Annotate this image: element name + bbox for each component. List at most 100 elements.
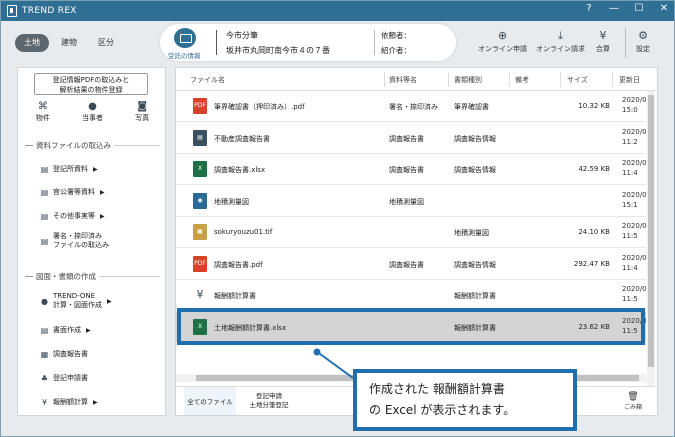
- online-apply-button[interactable]: ⊕ オンライン申請: [478, 30, 527, 54]
- column-divider[interactable]: [448, 72, 449, 87]
- photo-button[interactable]: ◙ 写真: [117, 101, 167, 123]
- tab-unit[interactable]: 区分: [89, 34, 123, 52]
- updated-time: 11:2: [622, 137, 638, 146]
- download-icon: ⤓: [558, 29, 563, 42]
- register-pdf-button[interactable]: 登記情報PDFの取込みと 解析結果の物件登録: [34, 73, 148, 95]
- doc-type: 調査報告情報: [454, 134, 496, 143]
- chevron-right-icon: ▶: [100, 212, 105, 220]
- updated-date: 2020/0 11:5: [622, 284, 647, 304]
- help-button[interactable]: ?: [583, 3, 595, 14]
- settings-button[interactable]: ⚙ 設定: [636, 30, 650, 54]
- doc-type: 地積測量図: [454, 229, 489, 237]
- updated-date: 2020/0 15:1: [622, 190, 647, 210]
- menu-document-create[interactable]: ▤ 書面作成 ▶: [40, 325, 91, 335]
- col-size[interactable]: サイズ: [567, 75, 588, 85]
- chevron-right-icon: ▶: [93, 398, 98, 406]
- menu-trend-one[interactable]: ● TREND-ONE 計算・図面作成 ▶: [40, 292, 112, 310]
- app-window: TREND REX ? — ☐ ✕ 土地 建物 区分 受託の情報 今市分筆 坂井…: [0, 0, 675, 437]
- table-row[interactable]: ◉ 地積測量図 地積測量図 2020/0 15:1: [176, 186, 647, 217]
- file-size: 10.32 KB: [578, 102, 610, 110]
- map-file-icon: ◉: [193, 192, 207, 209]
- menu-signed-line1: 署名・捺印済み: [53, 232, 102, 240]
- updated-time: 15:1: [622, 200, 638, 209]
- document-icon: ▤: [40, 187, 49, 197]
- table-row[interactable]: ▤ 不動産調査報告書 調査報告書 調査報告情報 2020/0 11:2: [176, 123, 647, 154]
- menu-survey-report[interactable]: ▦ 調査報告書: [40, 349, 88, 359]
- table-row[interactable]: ¥ 報酬額計算書 報酬額計算書 2020/0 11:5: [176, 280, 647, 311]
- tab-building[interactable]: 建物: [52, 34, 86, 52]
- case-info-icon: [174, 28, 196, 48]
- document-icon: ▤: [40, 164, 49, 174]
- window-controls: ? — ☐ ✕: [583, 3, 670, 14]
- menu-signed-import[interactable]: ▤ 署名・捺印済み ファイルの取込み: [40, 232, 109, 250]
- minimize-button[interactable]: —: [608, 3, 620, 14]
- table-row[interactable]: X 調査報告書.xlsx 調査報告書 調査報告情報 42.59 KB 2020/0 11:4: [176, 154, 647, 185]
- updated-date-line1: 2020/0: [622, 96, 647, 104]
- register-pdf-label-1: 登記情報PDFの取込みと: [52, 76, 130, 84]
- col-filename[interactable]: ファイル名: [190, 75, 225, 85]
- chevron-right-icon: ▶: [107, 297, 112, 305]
- table-row[interactable]: PDF 筆界確認書（押印済み）.pdf 署名・捺印済み 筆界確認書 10.32 KB 20…: [176, 91, 647, 122]
- yen-file-icon: ¥: [193, 287, 207, 303]
- tab-registration-line2: 土地分筆登記: [249, 401, 289, 409]
- file-name: 筆界確認書（押印済み）.pdf: [214, 103, 305, 111]
- section-title-import-label: 資料ファイルの取込み: [36, 141, 111, 150]
- col-notes[interactable]: 備考: [515, 75, 529, 85]
- gouhyou-button[interactable]: ¥ 合算: [596, 30, 610, 54]
- menu-trend-one-line2: 計算・図面作成: [53, 301, 102, 309]
- table-row[interactable]: ▣ sokuryouzu01.tif 地積測量図 24.10 KB 2020/0 11:5: [176, 217, 647, 248]
- globe-icon: ●: [41, 296, 48, 306]
- menu-fee-calc[interactable]: ¥ 報酬額計算 ▶: [40, 397, 98, 407]
- col-docname[interactable]: 資料等名: [389, 75, 417, 85]
- updated-date-line1: 2020/0: [622, 190, 647, 199]
- file-size: 24.10 KB: [578, 228, 610, 236]
- pdf-file-icon: PDF: [193, 98, 207, 114]
- toolbar: 土地 建物 区分 受託の情報 今市分筆 坂井市丸岡町南今市４の７番 依頼者： 紹…: [1, 21, 674, 64]
- divider: [625, 28, 626, 58]
- menu-registration-form[interactable]: ♣ 登記申請書: [40, 373, 88, 383]
- file-name: 地積測量図: [214, 197, 249, 206]
- maximize-button[interactable]: ☐: [633, 3, 645, 14]
- document-icon: ▤: [40, 211, 49, 221]
- tab-land[interactable]: 土地: [15, 34, 49, 52]
- doc-file-icon: ▤: [193, 129, 207, 146]
- report-icon: ▦: [40, 349, 49, 359]
- document-icon: ▤: [40, 325, 49, 335]
- column-divider[interactable]: [560, 72, 561, 87]
- chevron-right-icon: ▶: [93, 165, 98, 173]
- online-apply-label: オンライン申請: [478, 45, 527, 53]
- close-button[interactable]: ✕: [658, 3, 670, 14]
- col-doctype[interactable]: 書類種別: [454, 75, 482, 85]
- vertical-scrollbar[interactable]: [647, 91, 655, 391]
- doc-type: 調査報告情報: [454, 166, 496, 174]
- menu-office-docs[interactable]: ▤ 官公署等資料 ▶: [40, 187, 105, 197]
- menu-registry-docs-label: 登記所資料: [53, 165, 88, 173]
- online-request-button[interactable]: ⤓ オンライン請求: [536, 30, 585, 54]
- menu-signed-line2: ファイルの取込み: [53, 241, 109, 249]
- case-info-panel[interactable]: 受託の情報 今市分筆 坂井市丸岡町南今市４の７番 依頼者： 紹介者：: [160, 24, 456, 61]
- menu-registry-docs[interactable]: ▤ 登記所資料 ▶: [40, 164, 98, 174]
- column-divider[interactable]: [509, 72, 510, 87]
- yen-icon: ¥: [599, 29, 607, 42]
- table-row[interactable]: PDF 調査報告書.pdf 調査報告書 調査報告情報 292.47 KB 2020/0 11…: [176, 249, 647, 280]
- updated-time: 11:4: [622, 263, 638, 272]
- divider: [216, 30, 217, 55]
- column-divider[interactable]: [384, 72, 385, 87]
- menu-other-facts[interactable]: ▤ その他事実等 ▶: [40, 211, 105, 221]
- tab-registration[interactable]: 登記申請 土地分筆登記: [238, 387, 300, 415]
- property-button[interactable]: ⌘ 物件: [18, 101, 68, 123]
- tab-all-files[interactable]: 全てのファイル: [184, 387, 236, 415]
- app-logo-icon: [7, 5, 17, 17]
- doc-name: 地積測量図: [389, 197, 424, 206]
- doc-type: 調査報告情報: [454, 260, 496, 269]
- vertical-scroll-thumb[interactable]: [648, 95, 654, 367]
- col-updated[interactable]: 更新日: [619, 75, 640, 85]
- chevron-right-icon: ▶: [100, 188, 105, 196]
- introducer-label: 紹介者：: [381, 46, 411, 55]
- party-button[interactable]: ● 当事者: [68, 101, 118, 123]
- updated-date-line1: 2020/0: [622, 285, 647, 293]
- register-pdf-label-2: 解析結果の物件登録: [59, 86, 123, 94]
- trash-icon: 🗑: [627, 392, 639, 402]
- trash-button[interactable]: 🗑 ごみ箱: [624, 392, 642, 411]
- column-divider[interactable]: [612, 72, 613, 87]
